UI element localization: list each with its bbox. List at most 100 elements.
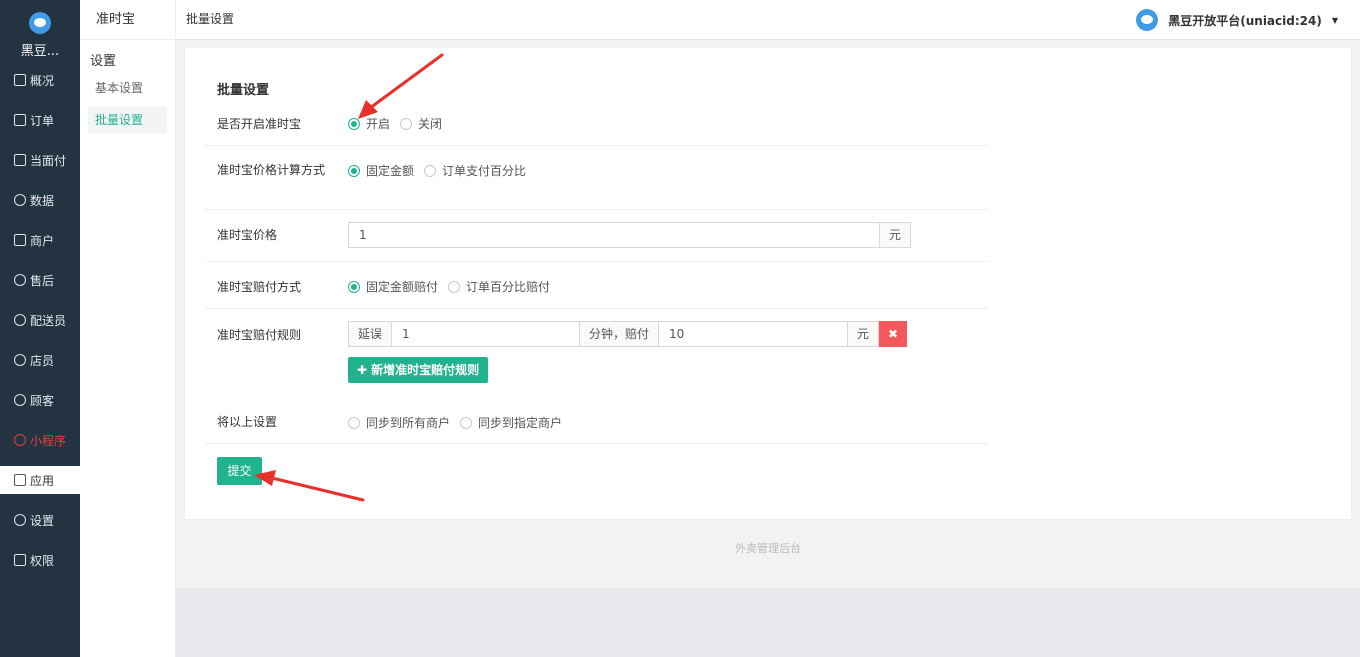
sub-item-batch-settings[interactable]: 批量设置 bbox=[88, 107, 167, 133]
breadcrumb: 批量设置 bbox=[186, 12, 235, 26]
user-name: 黑豆开放平台(uniacid:24) bbox=[1168, 13, 1322, 28]
bottom-strip bbox=[176, 588, 1360, 657]
sidebar-item-label: 当面付 bbox=[30, 153, 67, 168]
close-icon: ✖ bbox=[888, 327, 899, 341]
radio-label: 关闭 bbox=[418, 117, 443, 131]
rule-unit: 元 bbox=[847, 321, 880, 347]
sidebar-item-miniapp[interactable]: 小程序 bbox=[0, 420, 80, 460]
add-rule-button[interactable]: ✚ 新增准时宝赔付规则 bbox=[348, 357, 489, 383]
chart-icon bbox=[14, 194, 26, 206]
sidebar-item-permissions[interactable]: 权限 bbox=[0, 540, 80, 580]
lock-icon bbox=[14, 554, 26, 566]
radio-unchecked-icon bbox=[448, 280, 461, 293]
sync-label: 将以上设置 bbox=[217, 415, 278, 429]
main-sidebar: 黑豆... 概况 订单 当面付 数据 商户 售后 配送员 店员 顾客 小程序 应… bbox=[0, 0, 80, 657]
list-icon bbox=[14, 114, 26, 126]
radio-checked-icon bbox=[348, 280, 360, 293]
comp-percent-radio[interactable]: 订单百分比赔付 bbox=[448, 278, 550, 295]
submit-button[interactable]: 提交 bbox=[217, 457, 262, 485]
radio-checked-icon bbox=[348, 117, 360, 130]
user-menu[interactable]: 黑豆开放平台(uniacid:24) ▼ bbox=[1136, 0, 1338, 40]
brand-name: 黑豆... bbox=[20, 44, 60, 59]
radio-label: 固定金额赔付 bbox=[366, 280, 439, 294]
radio-unchecked-icon bbox=[348, 416, 360, 429]
price-unit: 元 bbox=[879, 222, 912, 248]
user-icon bbox=[14, 354, 26, 366]
logo-icon bbox=[29, 12, 51, 34]
radio-label: 订单支付百分比 bbox=[442, 164, 527, 178]
row-sync: 将以上设置 同步到所有商户 同步到指定商户 bbox=[205, 397, 989, 444]
sidebar-item-label: 配送员 bbox=[30, 313, 67, 328]
sidebar-item-label: 顾客 bbox=[30, 393, 55, 408]
rule-prefix: 延误 bbox=[348, 321, 393, 347]
row-price: 准时宝价格 1 元 bbox=[205, 210, 989, 262]
add-rule-label: 新增准时宝赔付规则 bbox=[371, 363, 480, 377]
avatar bbox=[1136, 9, 1159, 31]
sidebar-item-after-sales[interactable]: 售后 bbox=[0, 260, 80, 300]
radio-label: 开启 bbox=[366, 117, 391, 131]
radio-unchecked-icon bbox=[424, 164, 437, 177]
apps-icon bbox=[14, 474, 26, 486]
enable-off-radio[interactable]: 关闭 bbox=[400, 115, 442, 132]
rule-mid-text: 分钟，赔付 bbox=[579, 321, 660, 347]
sidebar-item-label: 设置 bbox=[30, 513, 55, 528]
rule-input-group: 延误 1 分钟，赔付 10 元 ✖ bbox=[348, 321, 908, 347]
sidebar-item-label: 小程序 bbox=[30, 433, 67, 448]
radio-unchecked-icon bbox=[460, 416, 473, 429]
sidebar-item-overview[interactable]: 概况 bbox=[0, 60, 80, 100]
sidebar-item-label: 订单 bbox=[30, 113, 55, 128]
sub-sidebar-group: 设置 bbox=[90, 54, 117, 69]
radio-label: 同步到所有商户 bbox=[366, 416, 451, 430]
support-icon bbox=[14, 274, 26, 286]
price-input[interactable]: 1 bbox=[348, 222, 880, 248]
chevron-down-icon: ▼ bbox=[1331, 15, 1338, 25]
sidebar-item-customers[interactable]: 顾客 bbox=[0, 380, 80, 420]
sub-sidebar-title: 准时宝 bbox=[80, 0, 175, 40]
comp-rule-label: 准时宝赔付规则 bbox=[217, 328, 302, 342]
radio-unchecked-icon bbox=[400, 117, 413, 130]
sidebar-item-label: 概况 bbox=[30, 73, 55, 88]
price-percent-radio[interactable]: 订单支付百分比 bbox=[424, 162, 526, 179]
radio-label: 订单百分比赔付 bbox=[466, 280, 551, 294]
radio-label: 固定金额 bbox=[366, 164, 415, 178]
sidebar-item-merchants[interactable]: 商户 bbox=[0, 220, 80, 260]
delay-minutes-input[interactable]: 1 bbox=[391, 321, 581, 347]
sync-all-radio[interactable]: 同步到所有商户 bbox=[348, 414, 450, 431]
grid-icon bbox=[14, 74, 26, 86]
sidebar-item-data[interactable]: 数据 bbox=[0, 180, 80, 220]
sidebar-item-clerks[interactable]: 店员 bbox=[0, 340, 80, 380]
sidebar-item-apps[interactable]: 应用 bbox=[0, 466, 80, 494]
delete-rule-button[interactable]: ✖ bbox=[879, 321, 908, 347]
price-mode-label: 准时宝价格计算方式 bbox=[217, 163, 326, 177]
price-input-group: 1 元 bbox=[348, 222, 912, 248]
sidebar-item-label: 售后 bbox=[30, 273, 55, 288]
price-fixed-radio[interactable]: 固定金额 bbox=[348, 162, 414, 179]
miniapp-icon bbox=[14, 434, 26, 446]
store-icon bbox=[14, 234, 26, 246]
sidebar-item-label: 商户 bbox=[30, 233, 55, 248]
sidebar-item-label: 权限 bbox=[30, 553, 55, 568]
form-panel: 批量设置 是否开启准时宝 开启 关闭 准时宝价格计算方式 固定金额 订单支付百分… bbox=[184, 47, 1352, 520]
sub-sidebar: 准时宝 设置 基本设置 批量设置 bbox=[80, 0, 176, 657]
plus-icon: ✚ bbox=[357, 363, 368, 377]
enable-on-radio[interactable]: 开启 bbox=[348, 115, 390, 132]
radio-label: 同步到指定商户 bbox=[478, 416, 563, 430]
comp-fixed-radio[interactable]: 固定金额赔付 bbox=[348, 278, 438, 295]
row-price-mode: 准时宝价格计算方式 固定金额 订单支付百分比 bbox=[205, 146, 989, 210]
comp-amount-input[interactable]: 10 bbox=[658, 321, 849, 347]
sub-item-basic-settings[interactable]: 基本设置 bbox=[88, 75, 167, 101]
sidebar-item-face-pay[interactable]: 当面付 bbox=[0, 140, 80, 180]
brand[interactable]: 黑豆... bbox=[0, 0, 80, 64]
comp-mode-label: 准时宝赔付方式 bbox=[217, 280, 302, 294]
row-comp-mode: 准时宝赔付方式 固定金额赔付 订单百分比赔付 bbox=[205, 262, 989, 309]
sidebar-item-orders[interactable]: 订单 bbox=[0, 100, 80, 140]
row-comp-rule: 准时宝赔付规则 延误 1 分钟，赔付 10 元 ✖ ✚ 新增准时宝赔付规则 bbox=[205, 309, 989, 397]
sync-selected-radio[interactable]: 同步到指定商户 bbox=[460, 414, 562, 431]
sidebar-item-label: 应用 bbox=[30, 473, 55, 488]
list-icon bbox=[14, 154, 26, 166]
page-title: 批量设置 bbox=[217, 83, 270, 98]
sidebar-item-settings[interactable]: 设置 bbox=[0, 500, 80, 540]
sidebar-item-couriers[interactable]: 配送员 bbox=[0, 300, 80, 340]
user-icon bbox=[14, 394, 26, 406]
gear-icon bbox=[14, 514, 26, 526]
